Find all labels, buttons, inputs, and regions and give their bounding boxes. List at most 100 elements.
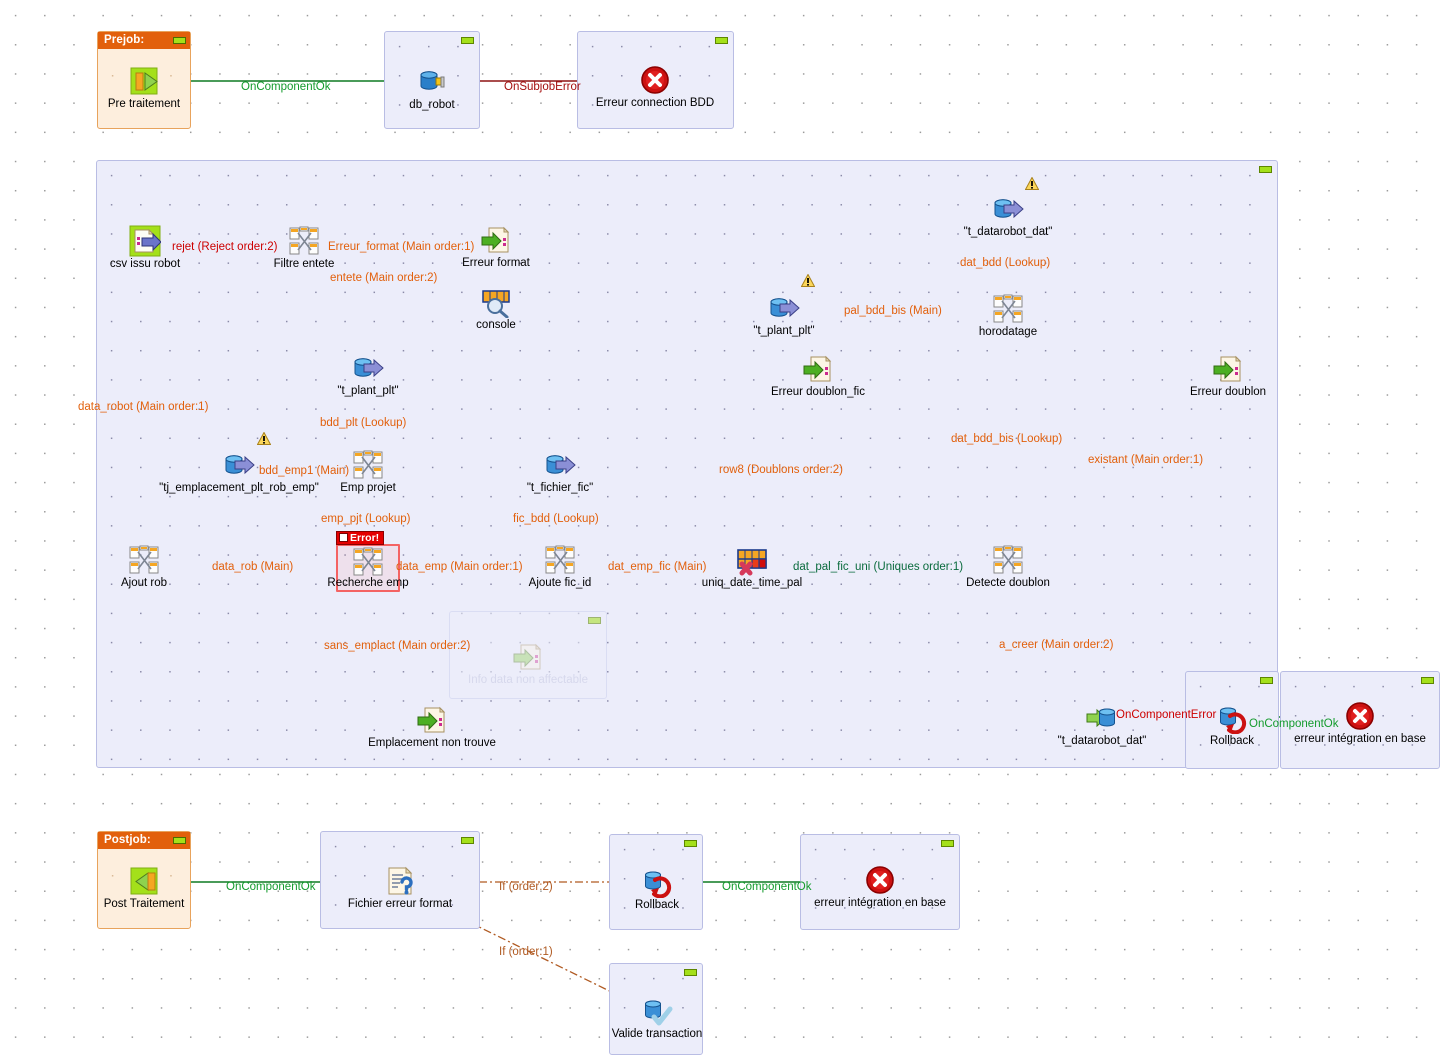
component-label: Ajoute fic_id: [528, 577, 592, 589]
link-label-oncomponentok-post: OnComponentOk: [226, 881, 316, 893]
subjob-postjob-title-text: Postjob:: [104, 834, 151, 846]
collapse-button[interactable]: [461, 837, 474, 844]
component-label: "t_datarobot_dat": [1057, 735, 1147, 747]
link-label-if-order2: If (order:2): [499, 881, 553, 893]
db-input-icon: [223, 449, 255, 481]
collapse-button[interactable]: [1260, 677, 1273, 684]
die-error-icon: [864, 864, 896, 896]
link-label-dat-pal-fic-uni: dat_pal_fic_uni (Uniques order:1): [793, 561, 964, 573]
file-output-delimited-icon: [1212, 353, 1244, 385]
file-output-delimited-icon: [480, 224, 512, 256]
file-input-delimited-icon: [129, 225, 162, 257]
tmap-icon: [288, 225, 320, 257]
link-label-data-rob: data_rob (Main): [212, 561, 294, 573]
tmap-icon: [992, 544, 1024, 576]
prejob-start-icon: [128, 65, 160, 97]
component-label: horodatage: [978, 326, 1038, 338]
db-output-icon: [1086, 702, 1118, 734]
file-output-delimited-icon: [512, 641, 544, 673]
error-badge: Error!: [336, 531, 385, 545]
warning-icon: [800, 273, 816, 287]
component-label: Erreur doublon_fic: [771, 386, 865, 398]
file-exist-icon: [384, 865, 416, 897]
link-label-data-emp: data_emp (Main order:1): [396, 561, 523, 573]
collapse-button[interactable]: [1259, 166, 1272, 173]
tmap-icon: [992, 293, 1024, 325]
job-designer-canvas[interactable]: Prejob: Pre traitement db_robot Erreur c…: [0, 0, 1440, 1056]
collapse-button[interactable]: [173, 37, 186, 44]
link-label-emp-pjt: emp_pjt (Lookup): [321, 513, 411, 525]
db-connection-icon: [416, 66, 448, 98]
component-label: console: [476, 319, 516, 331]
link-label-sans-emplact: sans_emplact (Main order:2): [324, 640, 471, 652]
subjob-postjob-title: Postjob:: [98, 832, 190, 849]
db-rollback-icon: [641, 866, 673, 899]
tmap-icon: [352, 449, 384, 481]
component-label: erreur intégration en base: [814, 897, 946, 909]
link-label-oncomponentok-main: OnComponentOk: [1249, 718, 1339, 730]
collapse-button[interactable]: [684, 969, 697, 976]
die-error-icon: [639, 64, 671, 96]
component-label: "t_plant_plt": [337, 385, 399, 397]
collapse-button[interactable]: [941, 840, 954, 847]
component-label: db_robot: [409, 99, 455, 111]
collapse-button[interactable]: [461, 37, 474, 44]
component-label: Valide transaction: [611, 1028, 703, 1040]
component-label: "t_datarobot_dat": [963, 226, 1053, 238]
component-label: Rollback: [1209, 735, 1255, 747]
postjob-start-icon: [128, 865, 160, 897]
subjob-prejob-title: Prejob:: [98, 32, 190, 49]
tmap-icon: [128, 544, 160, 576]
link-label-rejet: rejet (Reject order:2): [172, 241, 278, 253]
tmap-icon: [544, 544, 576, 576]
component-label: Pre traitement: [107, 98, 181, 110]
link-label-oncomponentok-1: OnComponentOk: [241, 81, 331, 93]
link-label-pal-bdd-bis: pal_bdd_bis (Main): [844, 305, 942, 317]
collapse-button[interactable]: [173, 837, 186, 844]
collapse-button[interactable]: [1421, 677, 1434, 684]
link-label-a-creer: a_creer (Main order:2): [999, 639, 1114, 651]
subjob-prejob-title-text: Prejob:: [104, 34, 145, 46]
link-label-dat-bdd: dat_bdd (Lookup): [960, 257, 1051, 269]
log-row-icon: [480, 286, 512, 319]
component-label: "t_fichier_fic": [526, 482, 594, 494]
component-label: erreur intégration en base: [1294, 733, 1426, 745]
file-output-delimited-icon: [802, 353, 834, 385]
warning-icon: [1024, 176, 1040, 190]
link-label-row8: row8 (Doublons order:2): [719, 464, 844, 476]
tmap-icon: [352, 546, 384, 578]
link-label-bdd-plt: bdd_plt (Lookup): [320, 417, 407, 429]
db-input-icon: [352, 352, 384, 384]
component-label: Erreur format: [462, 257, 530, 269]
link-label-erreur-format: Erreur_format (Main order:1): [328, 241, 475, 253]
link-label-oncomponenterror: OnComponentError: [1116, 709, 1217, 721]
file-output-delimited-icon: [416, 704, 448, 736]
component-label: Emplacement non trouve: [368, 737, 496, 749]
link-label-dat-bdd-bis: dat_bdd_bis (Lookup): [951, 433, 1063, 445]
link-label-bdd-emp1: bdd_emp1 (Main): [259, 465, 350, 477]
die-error-icon: [1344, 700, 1376, 732]
component-label: Detecte doublon: [966, 577, 1050, 589]
warning-icon: [256, 431, 272, 445]
component-label: "tj_emplacement_plt_rob_emp": [159, 482, 319, 494]
link-label-oncomponentok-post2: OnComponentOk: [722, 881, 812, 893]
collapse-button[interactable]: [588, 617, 601, 624]
component-label: Post Traitement: [103, 898, 185, 910]
component-label: csv issu robot: [109, 258, 181, 270]
collapse-button[interactable]: [715, 37, 728, 44]
db-commit-icon: [641, 995, 673, 1027]
component-label: "t_plant_plt": [753, 325, 815, 337]
db-input-icon: [992, 193, 1024, 225]
collapse-button[interactable]: [684, 840, 697, 847]
link-label-if-order1: If (order:1): [499, 946, 553, 958]
db-rollback-icon: [1216, 702, 1248, 735]
component-label: Filtre entete: [273, 258, 335, 270]
link-label-data-robot: data_robot (Main order:1): [78, 401, 209, 413]
uniq-row-icon: [736, 544, 768, 576]
link-label-dat-emp-fic: dat_emp_fic (Main): [608, 561, 707, 573]
link-label-existant: existant (Main order:1): [1088, 454, 1204, 466]
component-label: Rollback: [634, 899, 680, 911]
component-label: Fichier erreur format: [347, 898, 453, 910]
db-input-icon: [544, 449, 576, 481]
component-label: Erreur doublon: [1189, 386, 1267, 398]
